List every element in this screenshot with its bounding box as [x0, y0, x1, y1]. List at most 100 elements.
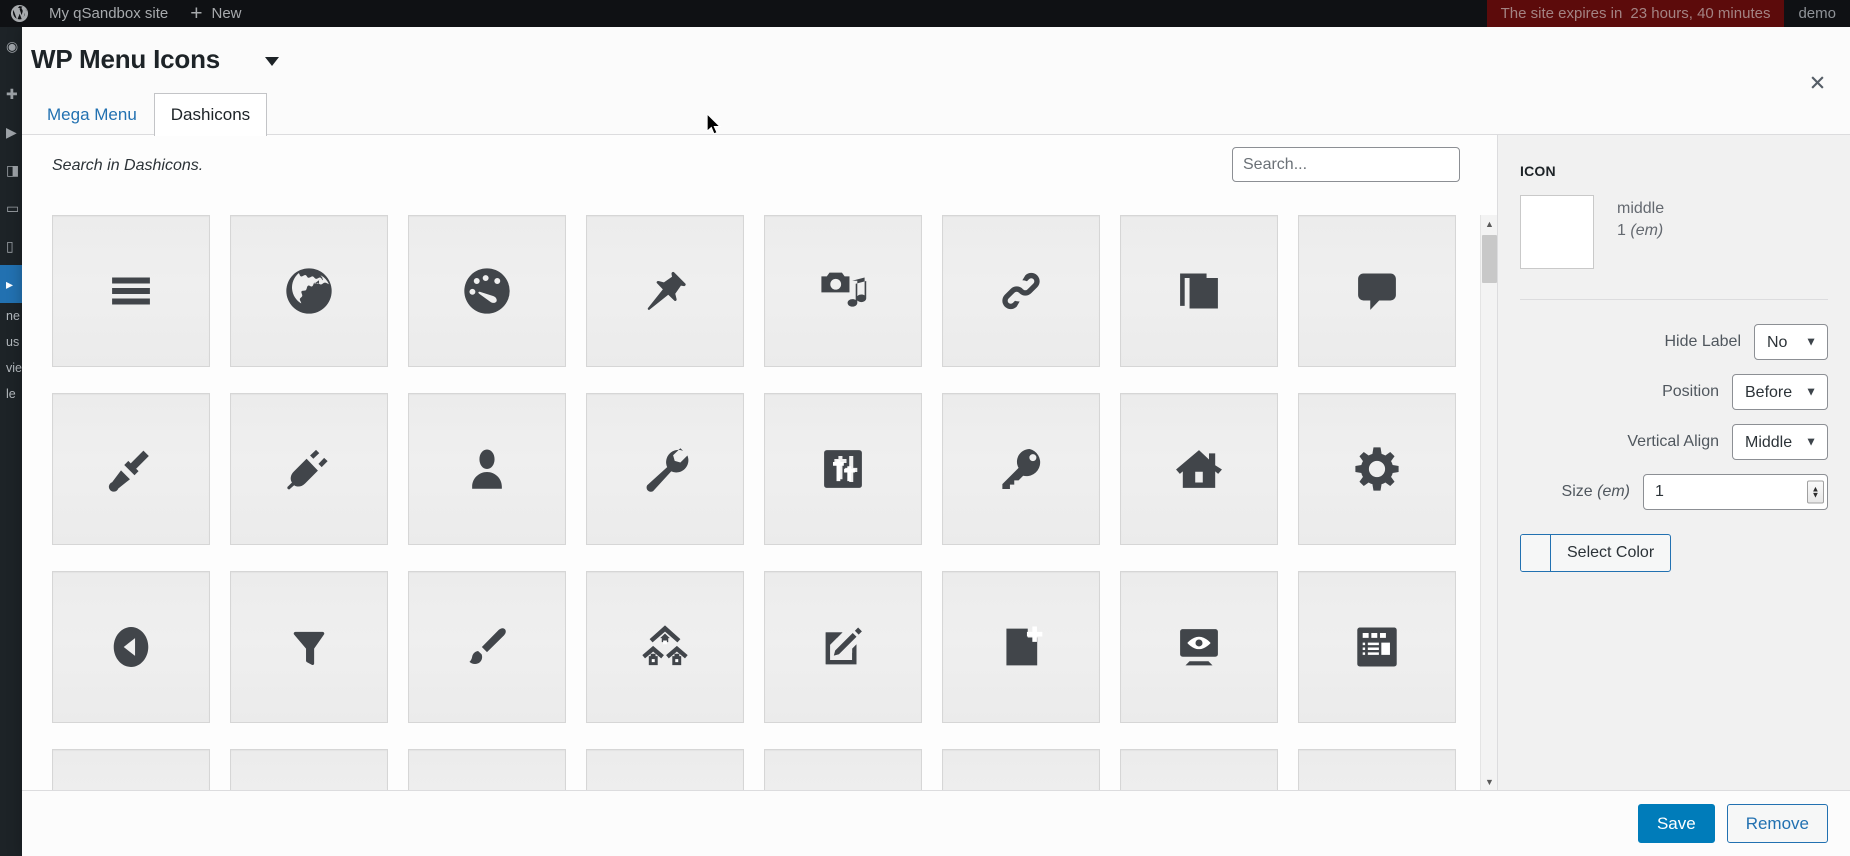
icon-grid-scrollbar[interactable]: ▲ ▼: [1480, 215, 1497, 790]
icon-cell-admin-links[interactable]: [942, 215, 1100, 367]
icon-cell-admin-generic-gear[interactable]: [1298, 393, 1456, 545]
icon-grid: [52, 215, 1477, 790]
search-input[interactable]: [1232, 147, 1460, 182]
chevron-up-icon[interactable]: ▲: [1481, 215, 1497, 232]
sidebar-item-dashboard[interactable]: ◉: [0, 27, 22, 65]
dashboard-icon: ◉: [6, 37, 19, 54]
sidebar-subitem-1[interactable]: ne: [0, 303, 22, 329]
vertical-align-select[interactable]: Middle: [1732, 424, 1828, 460]
adminbar-site-name-label: My qSandbox site: [49, 5, 169, 22]
adminbar-new-content[interactable]: + New: [179, 0, 252, 27]
field-size-unit: (em): [1597, 483, 1630, 500]
icon-cell-row4-6[interactable]: [942, 749, 1100, 790]
position-select[interactable]: Before: [1732, 374, 1828, 410]
spinner-updown-icon[interactable]: ▲ ▼: [1807, 480, 1824, 504]
icon-cell-welcome-widgets-menus[interactable]: [1298, 571, 1456, 723]
sidebar-item-menus[interactable]: ▸: [0, 265, 22, 303]
icon-cell-row4-1[interactable]: [52, 749, 210, 790]
modal-footer: Save Remove: [22, 790, 1850, 856]
icon-cell-row4-8[interactable]: [1298, 749, 1456, 790]
icon-cell-admin-customizer-paintbrush[interactable]: [408, 571, 566, 723]
select-color-button[interactable]: Select Color: [1520, 534, 1672, 572]
sidebar-separator: [0, 65, 22, 75]
icon-cell-site-globe[interactable]: [230, 215, 388, 367]
modal-tabs[interactable]: Mega Menu Dashicons: [30, 92, 268, 136]
sidebar-subitem-4[interactable]: le: [0, 381, 22, 407]
icon-cell-dashboard-gauge[interactable]: [408, 215, 566, 367]
icon-cell-row4-7[interactable]: [1120, 749, 1278, 790]
hide-label-select-wrap[interactable]: No ▼: [1754, 324, 1828, 360]
icon-cell-admin-media[interactable]: [764, 215, 922, 367]
adminbar-user-menu[interactable]: demo: [1784, 0, 1850, 27]
icon-cell-menu[interactable]: [52, 215, 210, 367]
vertical-align-select-wrap[interactable]: Middle ▼: [1732, 424, 1828, 460]
wp-admin-bar: My qSandbox site + New The site expires …: [0, 0, 1850, 27]
icon-cell-welcome-write-blog[interactable]: [764, 571, 922, 723]
icon-cell-welcome-add-page[interactable]: [942, 571, 1100, 723]
modal-body: Search in Dashicons. Search... ▲ ▼ ICON …: [22, 135, 1850, 790]
hide-label-select[interactable]: No: [1754, 324, 1828, 360]
sidebar-subitem-2[interactable]: us: [0, 329, 22, 355]
icon-cell-welcome-view-site[interactable]: [1120, 571, 1278, 723]
sidebar-item-posts[interactable]: ✚: [0, 75, 22, 113]
icon-cell-admin-page[interactable]: [1120, 215, 1278, 367]
color-swatch: [1521, 535, 1551, 571]
icon-cell-row4-4[interactable]: [586, 749, 744, 790]
field-position-text: Position: [1662, 383, 1719, 400]
chevron-down-icon[interactable]: ▼: [1481, 773, 1497, 790]
icon-cell-admin-home[interactable]: [1120, 393, 1278, 545]
icon-cell-admin-comments[interactable]: [1298, 215, 1456, 367]
icon-cell-admin-multisite[interactable]: [586, 571, 744, 723]
site-expiry-prefix: The site expires in: [1500, 5, 1623, 22]
preview-size-line: 1 (em): [1617, 220, 1664, 242]
wp-admin-sidebar[interactable]: ◉ ✚ ▶ ◨ ▭ ▯ ▸ ne us vie le: [0, 27, 22, 856]
tab-mega-menu[interactable]: Mega Menu: [30, 93, 154, 135]
icon-cell-row4-2[interactable]: [230, 749, 388, 790]
icon-cell-admin-appearance-brush[interactable]: [52, 393, 210, 545]
icon-cell-admin-collapse[interactable]: [52, 571, 210, 723]
sidebar-subitem-3[interactable]: vie: [0, 355, 22, 381]
size-stepper[interactable]: ▲ ▼: [1643, 474, 1828, 510]
modal-header: WP Menu Icons Mega Menu Dashicons: [22, 27, 1850, 136]
icon-cell-admin-users[interactable]: [408, 393, 566, 545]
sidebar-item-media[interactable]: ▶: [0, 113, 22, 151]
icon-cell-row4-3[interactable]: [408, 749, 566, 790]
scrollbar-thumb[interactable]: [1482, 235, 1497, 283]
icon-cell-filter-funnel[interactable]: [230, 571, 388, 723]
site-expiry-time: 23 hours, 40 minutes: [1630, 5, 1771, 22]
field-hide-label: Hide Label No ▼: [1520, 324, 1828, 360]
icon-cell-admin-network-key[interactable]: [942, 393, 1100, 545]
sidebar-item-appearance[interactable]: ▯: [0, 227, 22, 265]
site-expiry-notice: The site expires in 23 hours, 40 minutes: [1486, 0, 1785, 27]
icon-cell-admin-post-pin[interactable]: [586, 215, 744, 367]
tab-dashicons[interactable]: Dashicons: [153, 92, 268, 136]
icon-section-heading: ICON: [1520, 163, 1556, 179]
search-hint: Search in Dashicons.: [52, 157, 204, 174]
position-select-wrap[interactable]: Before ▼: [1732, 374, 1828, 410]
save-button[interactable]: Save: [1637, 803, 1715, 844]
caret-down-icon[interactable]: [265, 57, 279, 66]
page-title: WP Menu Icons: [31, 44, 221, 74]
spinner-down-arrow[interactable]: ▼: [1812, 491, 1820, 498]
icon-cell-admin-settings-sliders[interactable]: [764, 393, 922, 545]
sidebar-item-comments[interactable]: ▭: [0, 189, 22, 227]
field-hide-label-text: Hide Label: [1664, 333, 1742, 350]
field-size-label: Size: [1561, 483, 1593, 500]
remove-button[interactable]: Remove: [1726, 803, 1828, 844]
icon-cell-row4-5[interactable]: [764, 749, 922, 790]
size-input[interactable]: [1643, 474, 1828, 510]
preview-size-value: 1: [1617, 221, 1626, 239]
sidebar-item-pages[interactable]: ◨: [0, 151, 22, 189]
adminbar-user-label: demo: [1798, 5, 1836, 22]
icon-preview-swatch[interactable]: [1520, 195, 1594, 269]
field-size-text: Size (em): [1562, 483, 1630, 501]
icon-cell-admin-plugins[interactable]: [230, 393, 388, 545]
comments-icon: ▭: [6, 199, 20, 216]
adminbar-new-label: New: [211, 5, 242, 22]
close-icon[interactable]: [1802, 67, 1832, 97]
pin-icon: ✚: [6, 85, 18, 102]
icon-preview-row: middle 1 (em): [1520, 195, 1828, 269]
icon-cell-admin-tools-wrench[interactable]: [586, 393, 744, 545]
adminbar-site-name[interactable]: My qSandbox site: [38, 0, 179, 27]
wordpress-logo-icon[interactable]: [0, 0, 38, 27]
